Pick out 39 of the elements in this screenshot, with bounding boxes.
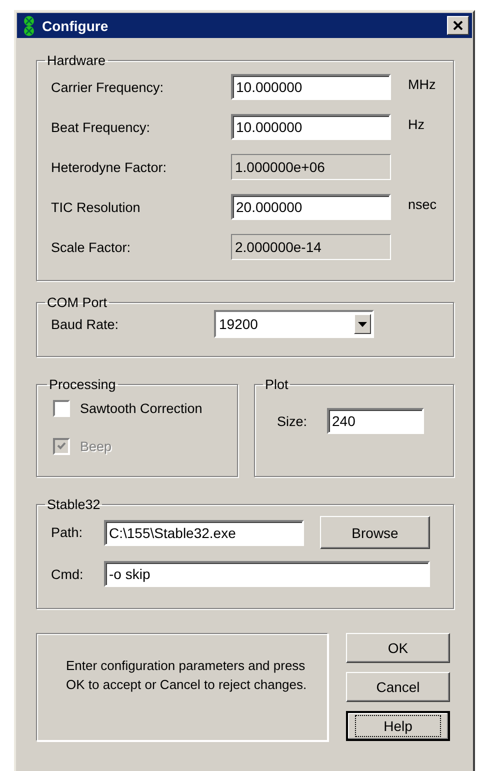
field-label: Carrier Frequency: <box>51 80 165 94</box>
group-title: Hardware <box>46 53 107 68</box>
field-label: TIC Resolution <box>51 200 142 214</box>
field-label: Baud Rate: <box>51 316 120 332</box>
checkbox[interactable] <box>53 400 70 416</box>
dialog-button[interactable]: Help <box>346 711 450 741</box>
baud-rate-dropdown[interactable]: 19200 <box>214 310 374 338</box>
field-label: Size: <box>277 414 308 428</box>
field-label: Beat Frequency: <box>51 120 152 134</box>
field-label: Scale Factor: <box>51 240 132 254</box>
input-field[interactable]: C:\155\Stable32.exe <box>104 520 304 546</box>
group-title: Plot <box>264 377 290 392</box>
input-field[interactable]: 2.000000e-14 <box>231 234 391 260</box>
checkbox-label: Sawtooth Correction <box>80 400 202 416</box>
input-field[interactable]: 240 <box>327 408 424 434</box>
app-icon <box>22 16 36 36</box>
dialog-button[interactable]: Cancel <box>346 672 450 702</box>
unit-label: MHz <box>408 77 437 92</box>
unit-label: nsec <box>408 197 438 212</box>
field-label: Cmd: <box>51 566 84 582</box>
field-label: Path: <box>51 525 84 540</box>
input-field[interactable]: 1.000000e+06 <box>231 154 391 180</box>
group-title: COM Port <box>46 295 108 310</box>
window-title: Configure <box>42 18 110 34</box>
input-field[interactable]: -o skip <box>104 561 430 587</box>
close-icon <box>453 21 463 30</box>
close-button[interactable] <box>447 16 469 35</box>
browse-button[interactable]: Browse <box>320 516 430 549</box>
input-field[interactable]: 10.000000 <box>231 74 391 100</box>
input-field[interactable]: 10.000000 <box>231 114 391 140</box>
checkmark-icon <box>57 442 66 450</box>
message-text: Enter configuration parameters and press OK to accept or Cancel to reject changes. <box>66 657 307 694</box>
checkbox-label: Beep <box>80 438 112 454</box>
input-field[interactable]: 20.000000 <box>231 194 391 220</box>
group-title: Stable32 <box>46 497 102 512</box>
unit-label: Hz <box>408 117 426 132</box>
field-label: Heterodyne Factor: <box>51 160 168 174</box>
group-title: Processing <box>48 377 117 392</box>
dialog-button[interactable]: OK <box>346 633 450 663</box>
